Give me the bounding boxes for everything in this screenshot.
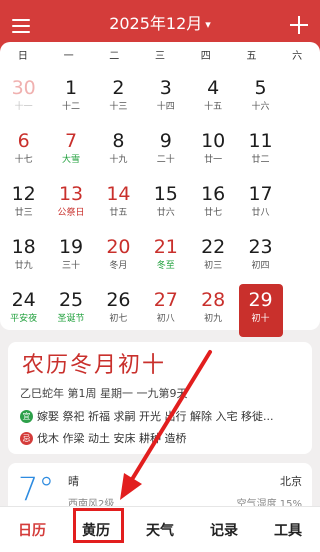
annotation-arrow-icon [120,350,212,500]
